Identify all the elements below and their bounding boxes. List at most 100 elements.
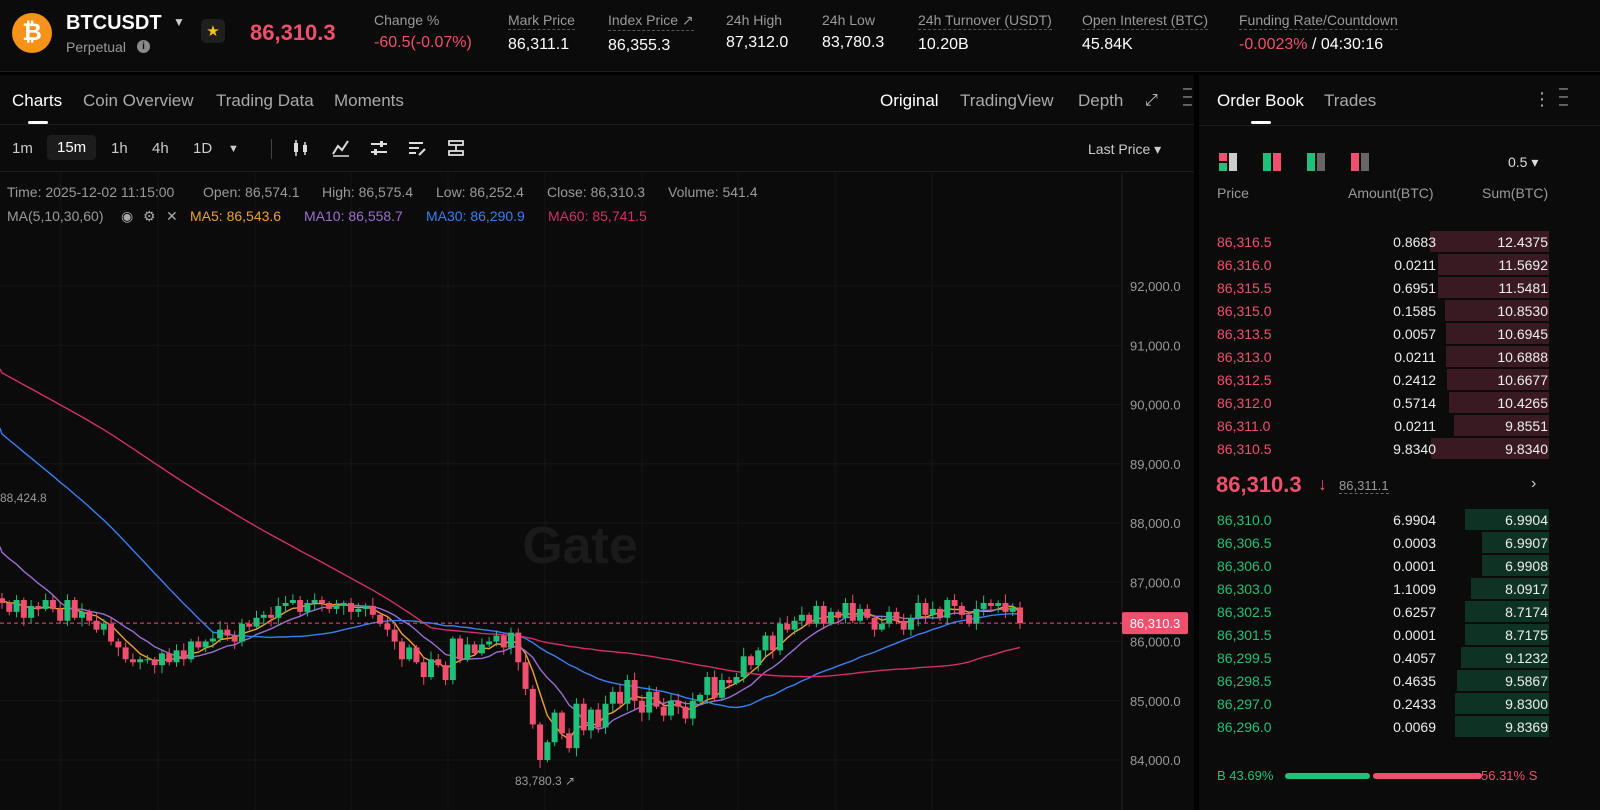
tab-charts[interactable]: Charts: [12, 91, 62, 111]
candle-body: [973, 608, 980, 624]
price-tick-label: 86,000.0: [1130, 635, 1181, 650]
expand-icon[interactable]: ⤢: [1145, 92, 1158, 110]
candle-body: [318, 600, 325, 603]
order-sum: 8.0917: [1505, 581, 1548, 597]
price-tick-label: 87,000.0: [1130, 575, 1181, 590]
order-amount: 0.0211: [1394, 257, 1436, 273]
tab-trades[interactable]: Trades: [1324, 91, 1376, 111]
candle-body: [398, 641, 405, 660]
ask-row[interactable]: 86,315.5 0.6951 11.5481: [1199, 276, 1600, 299]
candle-body: [835, 611, 842, 618]
stat-mark-price[interactable]: Mark Price 86,311.1: [508, 12, 575, 54]
ask-row[interactable]: 86,311.0 0.0211 9.8551: [1199, 414, 1600, 437]
tab-order-book[interactable]: Order Book: [1217, 91, 1304, 111]
bid-row[interactable]: 86,297.0 0.2433 9.8300: [1199, 692, 1600, 715]
chevron-right-icon[interactable]: ›: [1531, 475, 1536, 493]
ask-row[interactable]: 86,312.5 0.2412 10.6677: [1199, 368, 1600, 391]
eye-icon[interactable]: ◉: [121, 208, 133, 224]
bid-row[interactable]: 86,299.5 0.4057 9.1232: [1199, 646, 1600, 669]
bid-row[interactable]: 86,298.5 0.4635 9.5867: [1199, 669, 1600, 692]
menu-lines-icon[interactable]: – – –: [1183, 81, 1192, 113]
candle-body: [28, 605, 35, 618]
symbol-selector[interactable]: BTCUSDT: [66, 12, 162, 35]
candle-body: [806, 614, 813, 624]
candle-body: [929, 608, 936, 615]
timeframe-1d[interactable]: 1D: [193, 140, 212, 157]
stat-open-interest[interactable]: Open Interest (BTC) 45.84K: [1082, 12, 1209, 54]
candle-body: [297, 600, 304, 612]
price-tick-label: 88,000.0: [1130, 516, 1181, 531]
ohlc-legend: Time: 2025-12-02 11:15:00 Open: 86,574.1…: [7, 184, 758, 200]
stat-index-price[interactable]: Index Price ↗ 86,355.3: [608, 12, 694, 55]
settings-sliders-icon[interactable]: [369, 138, 389, 158]
tab-moments[interactable]: Moments: [334, 91, 404, 111]
price-type-select[interactable]: Last Price ▾: [1088, 141, 1161, 158]
bid-row[interactable]: 86,310.0 6.9904 6.9904: [1199, 508, 1600, 531]
ma10-value: MA10: 86,558.7: [304, 208, 403, 224]
close-icon[interactable]: ✕: [166, 208, 178, 224]
candlestick-chart[interactable]: Gate 92,000.0 91,000.0 90,000.0 89,000.0 88,…: [0, 173, 1194, 810]
order-amount: 0.0069: [1393, 719, 1436, 735]
tab-trading-data[interactable]: Trading Data: [216, 91, 314, 111]
mid-mark-price: 86,311.1: [1339, 478, 1389, 494]
bid-row[interactable]: 86,301.5 0.0001 8.7175: [1199, 623, 1600, 646]
ma-legend-label: MA(5,10,30,60): [7, 208, 104, 224]
ask-row[interactable]: 86,316.0 0.0211 11.5692: [1199, 253, 1600, 276]
view-asks-icon[interactable]: [1349, 151, 1371, 173]
ask-row[interactable]: 86,313.5 0.0057 10.6945: [1199, 322, 1600, 345]
ask-row[interactable]: 86,312.0 0.5714 10.4265: [1199, 391, 1600, 414]
candlestick-icon[interactable]: [291, 138, 311, 158]
chart-tabs: Charts Coin Overview Trading Data Moment…: [0, 75, 1194, 125]
view-depth[interactable]: Depth: [1078, 91, 1123, 111]
bid-row[interactable]: 86,296.0 0.0069 9.8369: [1199, 715, 1600, 738]
mid-price: 86,310.3: [1216, 472, 1302, 497]
candle-body: [231, 635, 238, 642]
star-icon[interactable]: ★: [201, 19, 225, 43]
ma60-value: MA60: 85,741.5: [548, 208, 647, 224]
order-price: 86,299.5: [1217, 650, 1272, 666]
view-tradingview[interactable]: TradingView: [960, 91, 1054, 111]
candle-body: [646, 691, 653, 713]
more-icon[interactable]: ⋮: [1533, 89, 1551, 110]
settings-icon[interactable]: ⚙: [143, 208, 156, 224]
timeframe-4h[interactable]: 4h: [152, 140, 169, 157]
bid-row[interactable]: 86,302.5 0.6257 8.7174: [1199, 600, 1600, 623]
ask-row[interactable]: 86,313.0 0.0211 10.6888: [1199, 345, 1600, 368]
col-amount: Amount(BTC): [1348, 185, 1434, 201]
menu-lines-icon[interactable]: – – –: [1559, 81, 1568, 113]
caret-down-icon[interactable]: ▼: [173, 15, 185, 29]
candle-body: [57, 608, 64, 621]
buy-ratio: B 43.69%: [1217, 768, 1274, 783]
price-step-select[interactable]: 0.5 ▾: [1508, 154, 1538, 171]
info-icon[interactable]: i: [137, 40, 150, 53]
layout-icon[interactable]: [446, 138, 466, 158]
ask-row[interactable]: 86,310.5 9.8340 9.8340: [1199, 437, 1600, 460]
candle-body: [238, 623, 245, 642]
view-bids-icon[interactable]: [1305, 151, 1327, 173]
bid-row[interactable]: 86,306.0 0.0001 6.9908: [1199, 554, 1600, 577]
toolbar-divider: [271, 139, 272, 159]
candle-body: [529, 688, 536, 725]
candle-body: [682, 706, 689, 719]
view-split-icon[interactable]: [1261, 151, 1283, 173]
timeframe-15m[interactable]: 15m: [47, 135, 97, 160]
timeframe-1m[interactable]: 1m: [12, 140, 33, 157]
stat-24h-turnover[interactable]: 24h Turnover (USDT) 10.20B: [918, 12, 1052, 54]
candle-body: [42, 600, 49, 609]
view-original[interactable]: Original: [880, 91, 939, 111]
timeframe-1h[interactable]: 1h: [111, 140, 128, 157]
ask-row[interactable]: 86,316.5 0.8683 12.4375: [1199, 230, 1600, 253]
candle-body: [464, 644, 471, 660]
stat-funding-rate[interactable]: Funding Rate/Countdown -0.0023% / 04:30:…: [1239, 12, 1398, 54]
bid-row[interactable]: 86,303.0 1.1009 8.0917: [1199, 577, 1600, 600]
view-both-icon[interactable]: [1217, 151, 1239, 173]
draw-tools-icon[interactable]: [407, 138, 427, 158]
candle-body: [115, 641, 122, 648]
indicator-icon[interactable]: [331, 138, 351, 158]
tab-coin-overview[interactable]: Coin Overview: [83, 91, 194, 111]
caret-down-icon[interactable]: ▼: [228, 143, 239, 155]
funding-separator: /: [1307, 36, 1321, 53]
bid-row[interactable]: 86,306.5 0.0003 6.9907: [1199, 531, 1600, 554]
candle-body: [602, 703, 609, 728]
ask-row[interactable]: 86,315.0 0.1585 10.8530: [1199, 299, 1600, 322]
